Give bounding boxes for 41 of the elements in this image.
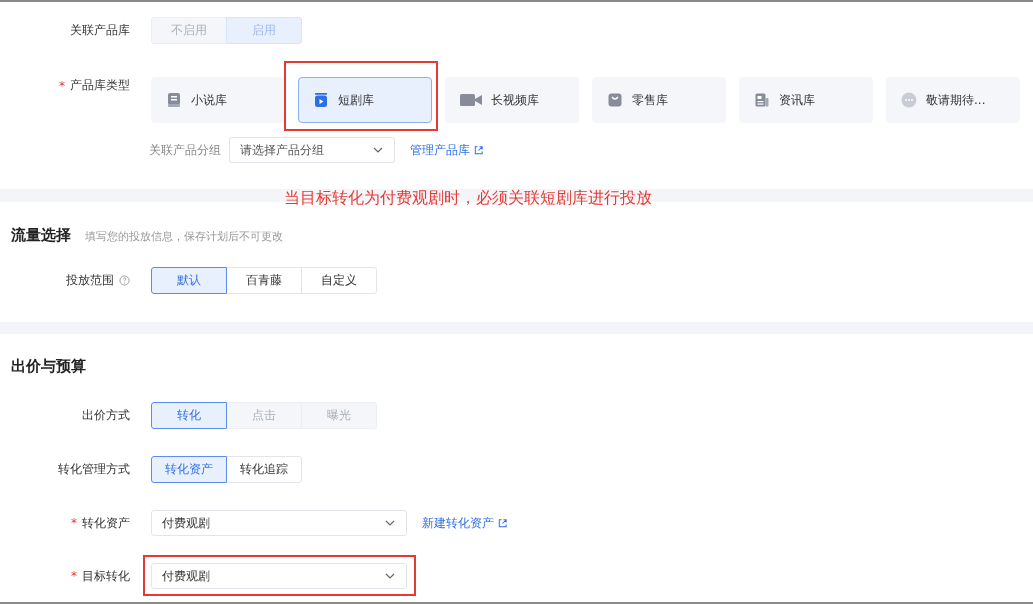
segment-option[interactable]: 默认 [151,267,227,294]
more-icon [901,92,917,108]
segment-option[interactable]: 自定义 [301,267,377,294]
newspaper-icon [754,92,770,108]
book-icon [166,92,182,108]
field-label: 关联产品分组 [149,141,221,159]
annotation-text: 当目标转化为付费观剧时，必须关联短剧库进行投放 [284,187,652,209]
group-select[interactable]: 请选择产品分组 [229,137,395,163]
external-link-icon [473,144,484,156]
shopping-bag-icon [607,92,623,108]
manage-library-link[interactable]: 管理产品库 [410,141,484,159]
library-type-card[interactable]: 资讯库 [739,77,873,123]
section-title: 出价与预算 [11,357,86,376]
segment-option[interactable]: 百青藤 [226,267,302,294]
library-type-card[interactable]: 长视频库 [445,77,579,123]
field-label: 产品库类型 [70,77,130,94]
external-link-icon [497,517,508,529]
section-hint: 填写您的投放信息，保存计划后不可更改 [85,229,283,244]
field-label: 投放范围 [66,272,114,289]
section-title: 流量选择 [11,226,71,245]
field-label: 转化管理方式 [58,461,130,478]
conversion-asset-select[interactable]: 付费观剧 [151,510,407,536]
play-screen-icon [313,92,329,108]
help-icon[interactable] [119,275,130,286]
required-asterisk: * [71,516,77,530]
field-label: 目标转化 [82,567,130,585]
library-type-card[interactable]: 零售库 [592,77,726,123]
library-type-card[interactable]: 短剧库 [298,77,432,123]
field-label: 关联产品库 [70,21,130,39]
video-camera-icon [460,92,482,108]
required-asterisk: * [71,569,77,583]
segment-option[interactable]: 转化追踪 [226,456,302,483]
field-label: 出价方式 [82,407,130,424]
segment-option[interactable]: 转化 [151,402,227,429]
required-asterisk: * [59,78,65,93]
library-type-card[interactable]: 敬请期待... [886,77,1020,123]
segment-option[interactable]: 转化资产 [151,456,227,483]
target-conversion-select[interactable]: 付费观剧 [151,563,407,589]
new-asset-link[interactable]: 新建转化资产 [422,514,508,532]
field-label: 转化资产 [82,514,130,532]
library-type-card[interactable]: 小说库 [151,77,285,123]
